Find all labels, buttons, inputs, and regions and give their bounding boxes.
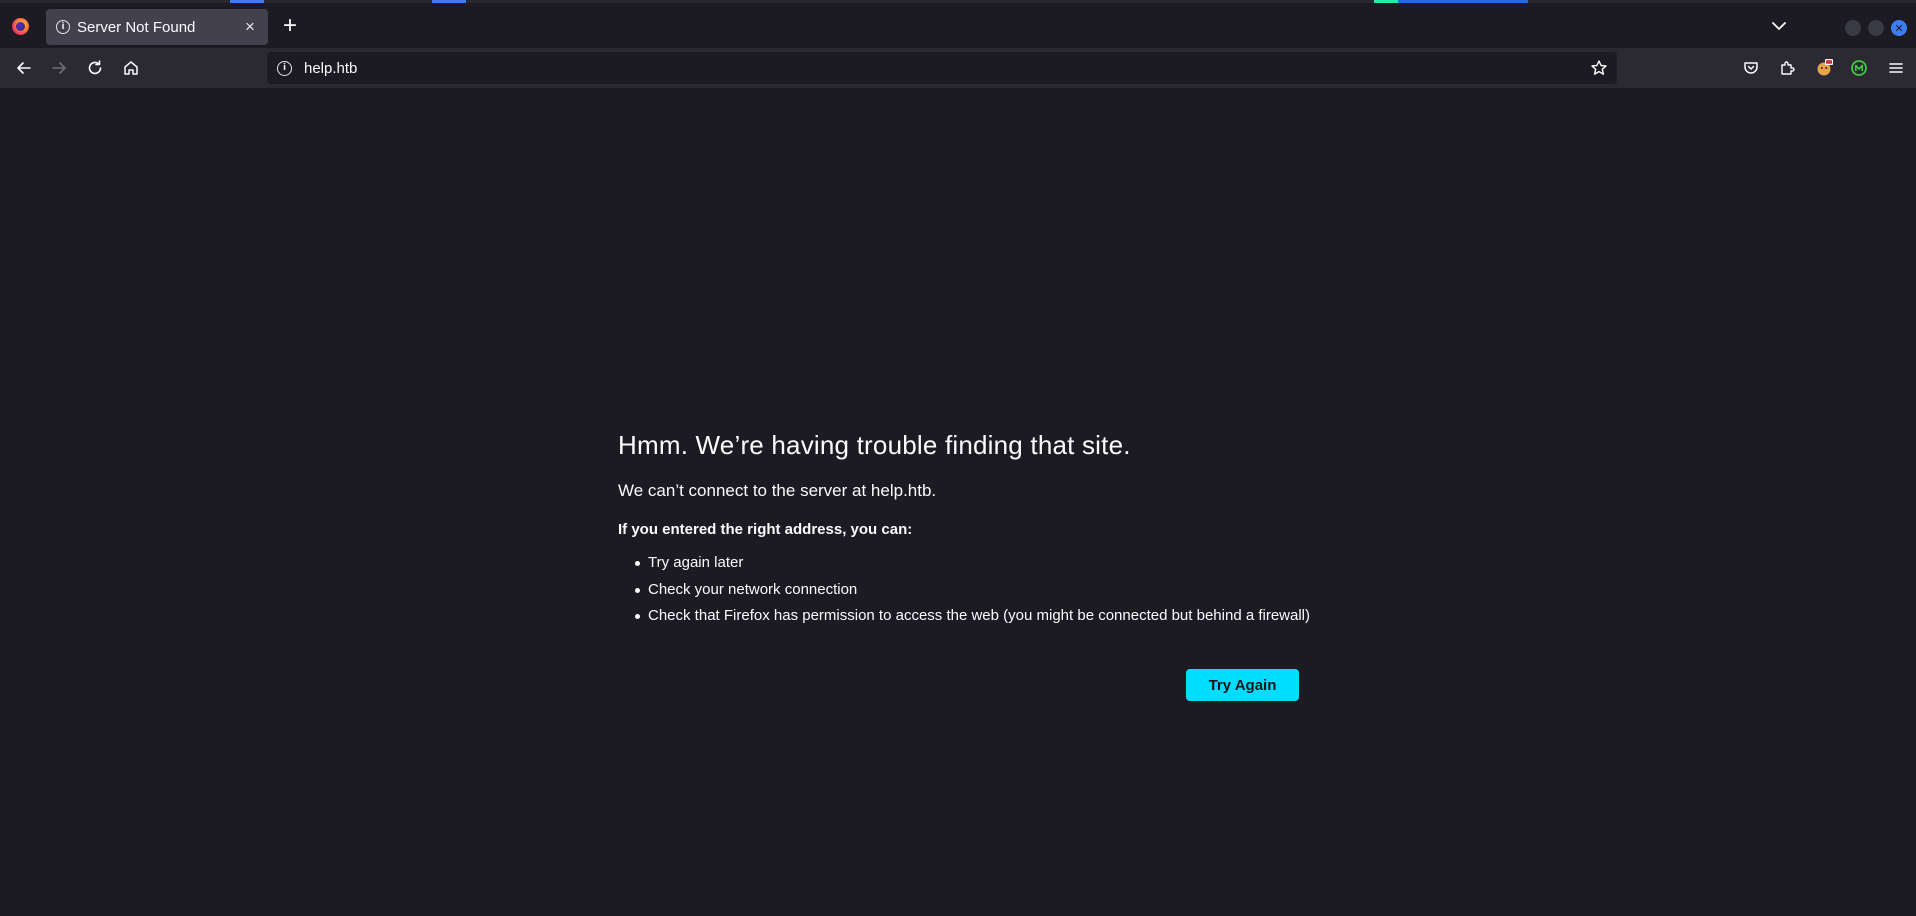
green-extension-icon[interactable]	[1845, 56, 1873, 80]
forward-arrow-icon[interactable]	[45, 56, 73, 80]
tab-title: Server Not Found	[77, 18, 196, 36]
tab-bar: i Server Not Found × + ✕	[0, 3, 1916, 48]
info-icon[interactable]: i	[277, 60, 292, 76]
close-icon[interactable]: ×	[238, 17, 262, 37]
maximize-button[interactable]	[1868, 20, 1884, 36]
try-again-button[interactable]: Try Again	[1186, 669, 1299, 701]
reload-icon[interactable]	[81, 56, 109, 80]
info-icon: i	[56, 20, 70, 34]
home-icon[interactable]	[117, 56, 145, 80]
url-input[interactable]	[304, 59, 1581, 77]
list-item: Try again later	[635, 550, 1318, 577]
chevron-down-icon[interactable]	[1768, 15, 1790, 37]
bookmark-star-icon[interactable]	[1581, 59, 1617, 77]
error-title: Hmm. We’re having trouble finding that s…	[618, 430, 1131, 460]
menu-icon[interactable]	[1882, 56, 1910, 80]
back-arrow-icon[interactable]	[10, 56, 38, 80]
suggestion-list: Try again later Check your network conne…	[618, 550, 1318, 630]
window-close-button[interactable]: ✕	[1891, 20, 1907, 36]
extensions-icon[interactable]	[1773, 56, 1801, 80]
firefox-logo-icon[interactable]	[12, 18, 29, 35]
suggestions-lead: If you entered the right address, you ca…	[618, 521, 913, 538]
error-page-content: Hmm. We’re having trouble finding that s…	[618, 430, 1318, 630]
plus-icon[interactable]: +	[277, 14, 303, 40]
foxyproxy-extension-icon[interactable]	[1810, 56, 1838, 80]
navigation-toolbar: i	[0, 48, 1916, 88]
pocket-icon[interactable]	[1737, 56, 1765, 80]
url-bar[interactable]: i	[267, 52, 1617, 84]
minimize-button[interactable]	[1845, 20, 1861, 36]
list-item: Check that Firefox has permission to acc…	[635, 603, 1318, 630]
error-description: We can’t connect to the server at help.h…	[618, 481, 937, 500]
list-item: Check your network connection	[635, 577, 1318, 604]
tab-server-not-found[interactable]: i Server Not Found ×	[46, 9, 268, 45]
